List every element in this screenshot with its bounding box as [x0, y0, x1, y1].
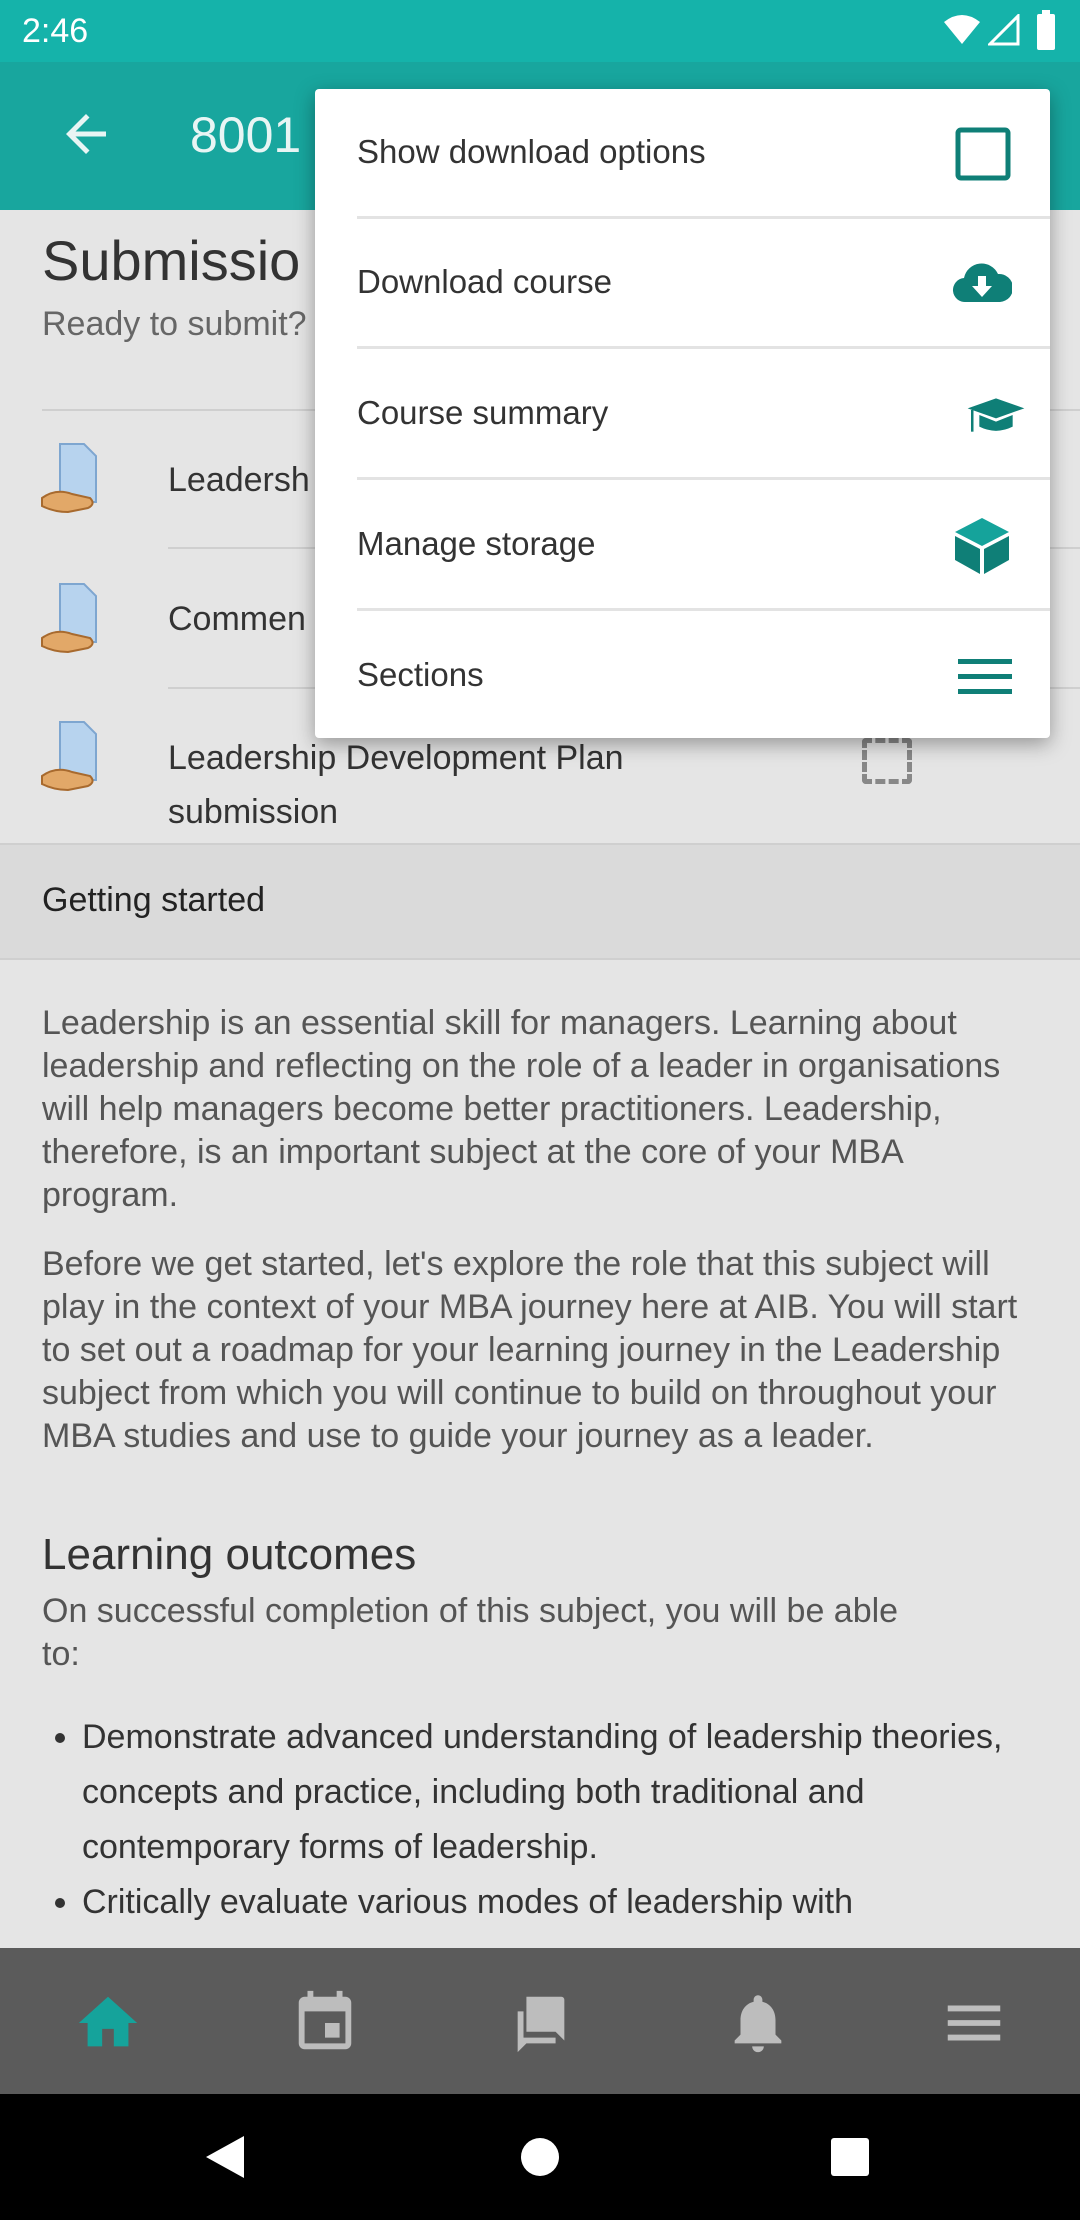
- calendar-icon[interactable]: [290, 1988, 360, 2058]
- menu-item-show-download-options[interactable]: Show download options: [315, 89, 1050, 219]
- activity-label: Leadersh: [168, 461, 310, 499]
- outcomes-list: Demonstrate advanced understanding of le…: [82, 1710, 1042, 1930]
- menu-item-label: Manage storage: [357, 525, 596, 562]
- section-subtitle: Ready to submit?: [42, 305, 307, 343]
- menu-icon: [958, 659, 1012, 694]
- menu-item-label: Download course: [357, 263, 612, 300]
- bottom-navigation: [0, 1948, 1080, 2094]
- outcome-item: Demonstrate advanced understanding of le…: [82, 1710, 1042, 1875]
- graduation-cap-icon: [967, 398, 1025, 432]
- messages-icon[interactable]: [506, 1988, 576, 2058]
- menu-item-label: Show download options: [357, 133, 706, 170]
- paragraph: Before we get started, let's explore the…: [42, 1245, 1018, 1455]
- battery-icon: [1037, 10, 1055, 50]
- menu-item-label: Sections: [357, 656, 484, 693]
- cloud-download-icon: [953, 263, 1012, 303]
- menu-item-manage-storage[interactable]: Manage storage: [315, 481, 1050, 611]
- activity-label: Commen: [168, 600, 306, 638]
- assignment-icon: [41, 443, 97, 514]
- course-title: 8001: [190, 107, 302, 163]
- learning-outcomes-title: Learning outcomes: [42, 1530, 417, 1579]
- section-label: Getting started: [42, 881, 266, 919]
- signal-icon: [988, 14, 1020, 46]
- back-arrow-icon[interactable]: [56, 104, 116, 164]
- notifications-icon[interactable]: [723, 1988, 793, 2058]
- paragraph: Leadership is an essential skill for man…: [42, 1004, 1001, 1214]
- system-recents-icon[interactable]: [831, 2138, 869, 2176]
- learning-outcomes-intro: On successful completion of this subject…: [42, 1592, 899, 1673]
- system-home-icon[interactable]: [521, 2138, 559, 2176]
- menu-item-label: Course summary: [357, 394, 609, 431]
- menu-item-course-summary[interactable]: Course summary: [315, 350, 1050, 480]
- assignment-icon: [41, 583, 97, 654]
- more-menu-icon[interactable]: [939, 1988, 1009, 2058]
- course-options-menu: Show download options Download course Co…: [315, 89, 1050, 738]
- section-getting-started[interactable]: Getting started: [0, 843, 1080, 960]
- section-title: Submissio: [42, 229, 301, 292]
- menu-item-sections[interactable]: Sections: [315, 612, 1050, 742]
- completion-checkbox[interactable]: [862, 738, 912, 784]
- home-icon[interactable]: [73, 1988, 143, 2058]
- menu-item-download-course[interactable]: Download course: [315, 219, 1050, 349]
- system-navigation-bar: [0, 2094, 1080, 2220]
- cube-icon: [955, 518, 1009, 574]
- checkbox-icon[interactable]: [952, 124, 1012, 184]
- status-bar: 2:46: [0, 0, 1080, 62]
- system-back-icon[interactable]: [204, 2134, 248, 2180]
- status-time: 2:46: [22, 12, 89, 50]
- wifi-icon: [944, 15, 980, 44]
- activity-label: Leadership Development Plan submission: [168, 739, 624, 831]
- assignment-icon: [41, 721, 97, 792]
- outcome-item: Critically evaluate various modes of lea…: [82, 1875, 1042, 1930]
